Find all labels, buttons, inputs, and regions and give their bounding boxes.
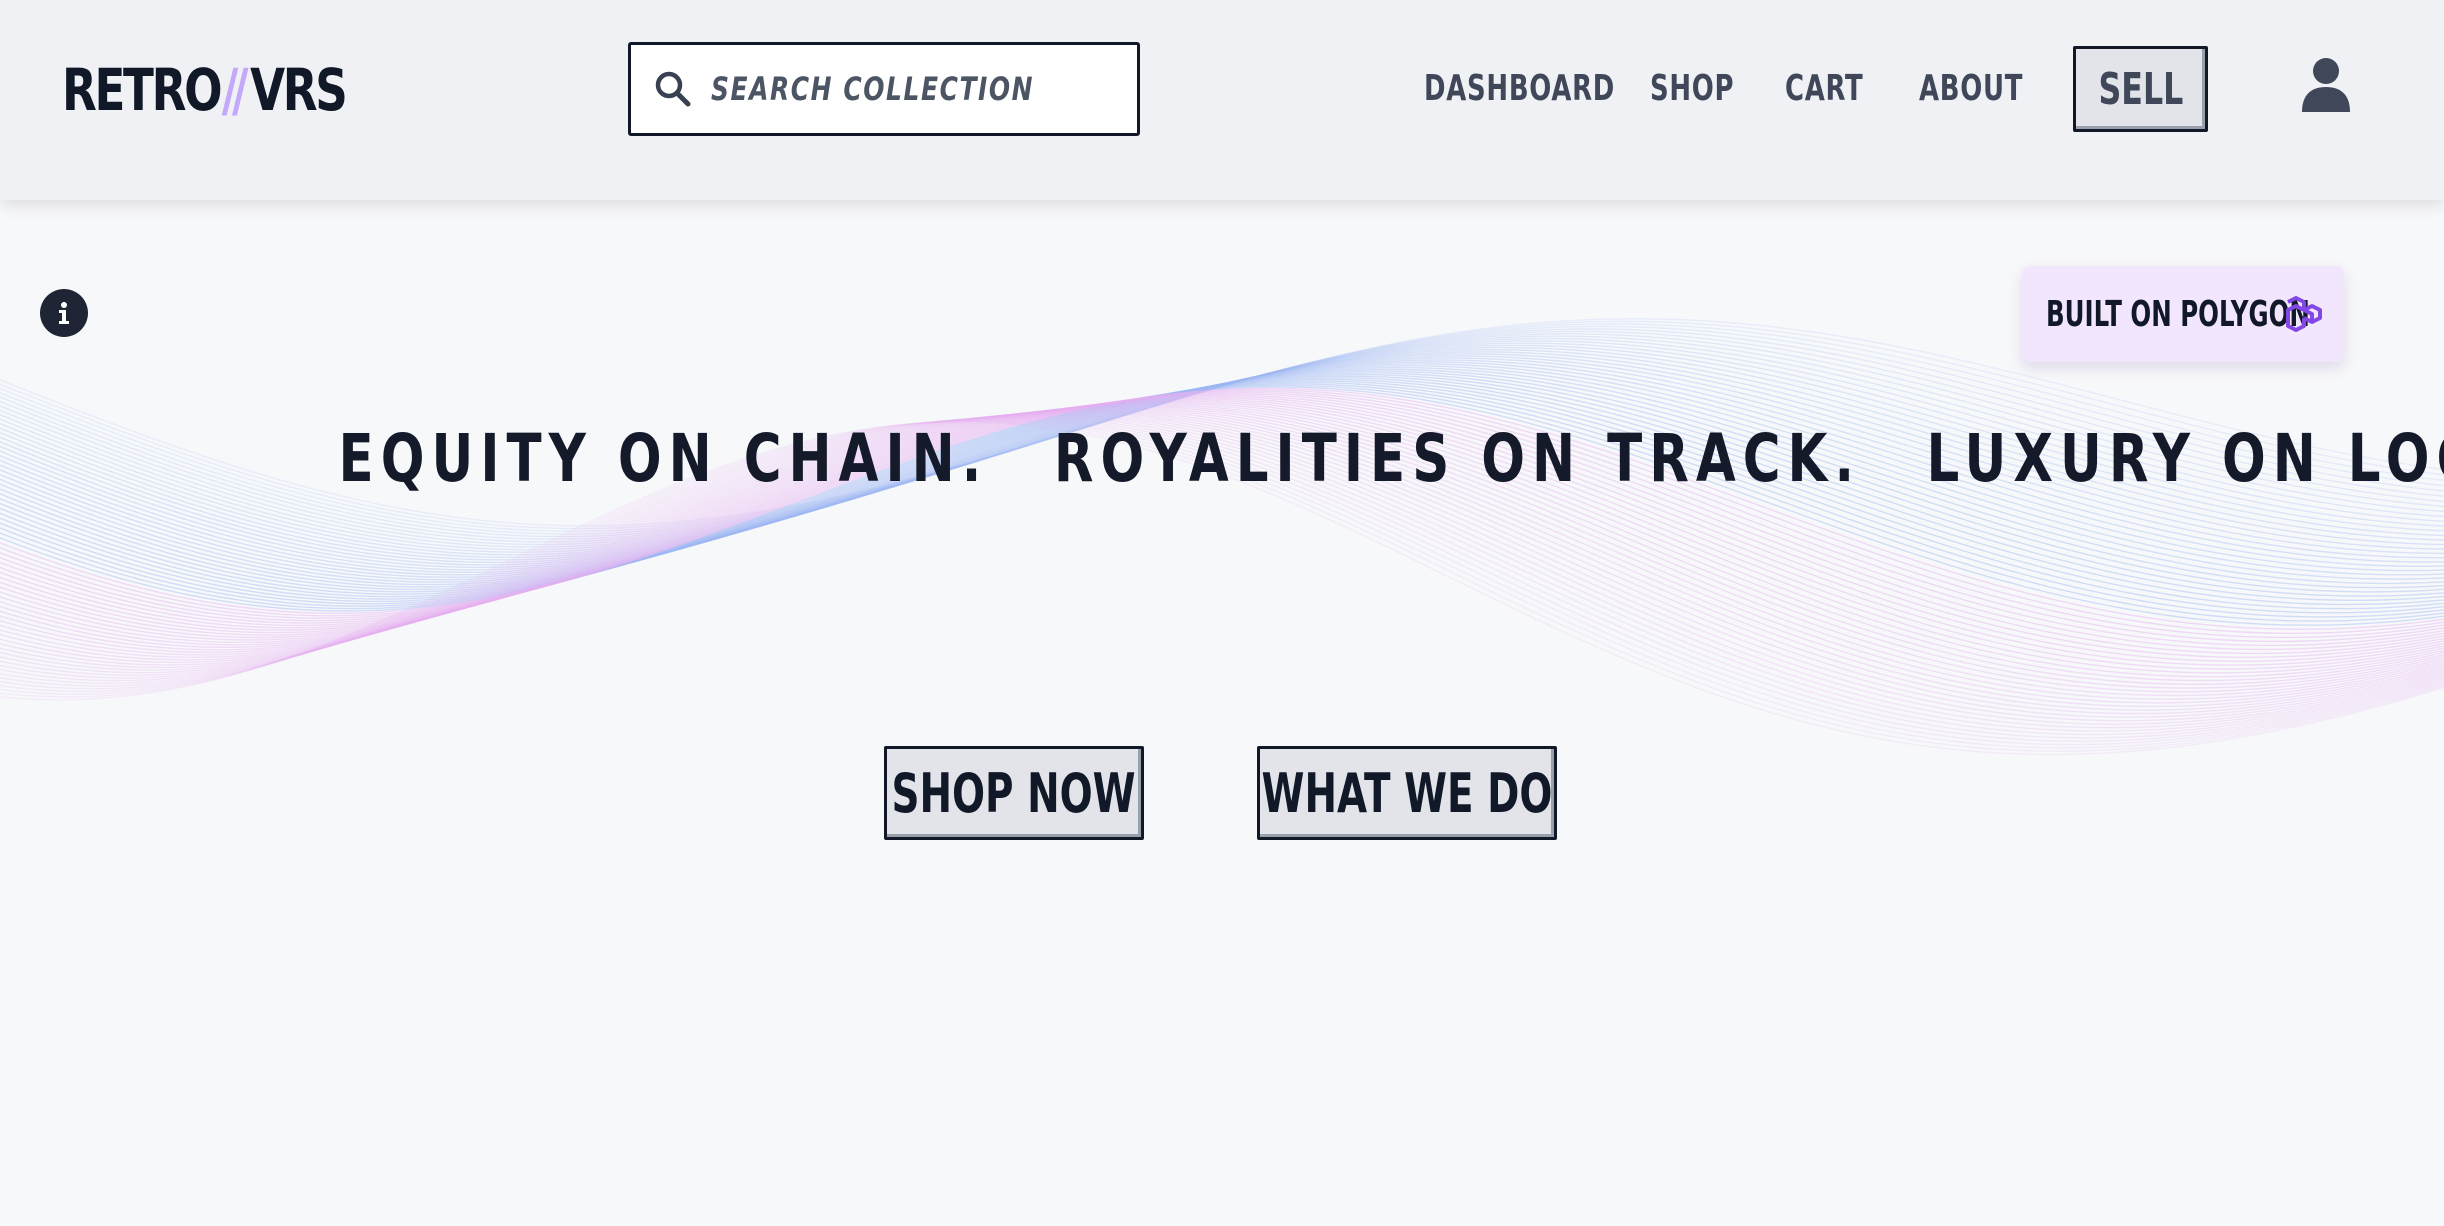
hero-tagline: EQUITY ON CHAIN. ROYALITIES ON TRACK. LU… [0,420,2444,497]
sell-button[interactable]: SELL [2073,46,2208,132]
polygon-icon [2286,296,2322,332]
logo[interactable]: RETRO // VRS [62,50,348,130]
info-icon[interactable] [40,289,88,337]
badge-label: BUILT ON POLYGON [2046,293,2310,335]
tagline-luxury: LUXURY ON LOCK. [1926,420,2444,497]
search-icon [655,71,691,107]
logo-text-right: VRS [250,56,348,124]
search-input[interactable]: SEARCH COLLECTION [628,42,1140,136]
sell-button-label: SELL [2098,63,2183,115]
nav-about[interactable]: ABOUT [1919,60,2023,116]
tagline-equity: EQUITY ON CHAIN. [338,420,989,497]
nav-shop[interactable]: SHOP [1650,60,1734,116]
search-placeholder: SEARCH COLLECTION [711,70,1035,108]
what-we-do-label: WHAT WE DO [1261,761,1553,825]
site-header: RETRO // VRS SEARCH COLLECTION DASHBOARD… [0,0,2444,200]
shop-now-label: SHOP NOW [891,761,1137,825]
built-on-polygon-badge[interactable]: BUILT ON POLYGON [2022,266,2344,362]
shop-now-button[interactable]: SHOP NOW [884,746,1144,840]
tagline-royalities: ROYALITIES ON TRACK. [1053,420,1862,497]
user-icon[interactable] [2300,56,2352,112]
what-we-do-button[interactable]: WHAT WE DO [1257,746,1557,840]
nav-cart[interactable]: CART [1785,60,1863,116]
logo-slashes: // [221,56,249,124]
nav-dashboard[interactable]: DASHBOARD [1424,60,1615,116]
logo-text-left: RETRO [62,56,223,124]
info-glyph [59,302,69,324]
